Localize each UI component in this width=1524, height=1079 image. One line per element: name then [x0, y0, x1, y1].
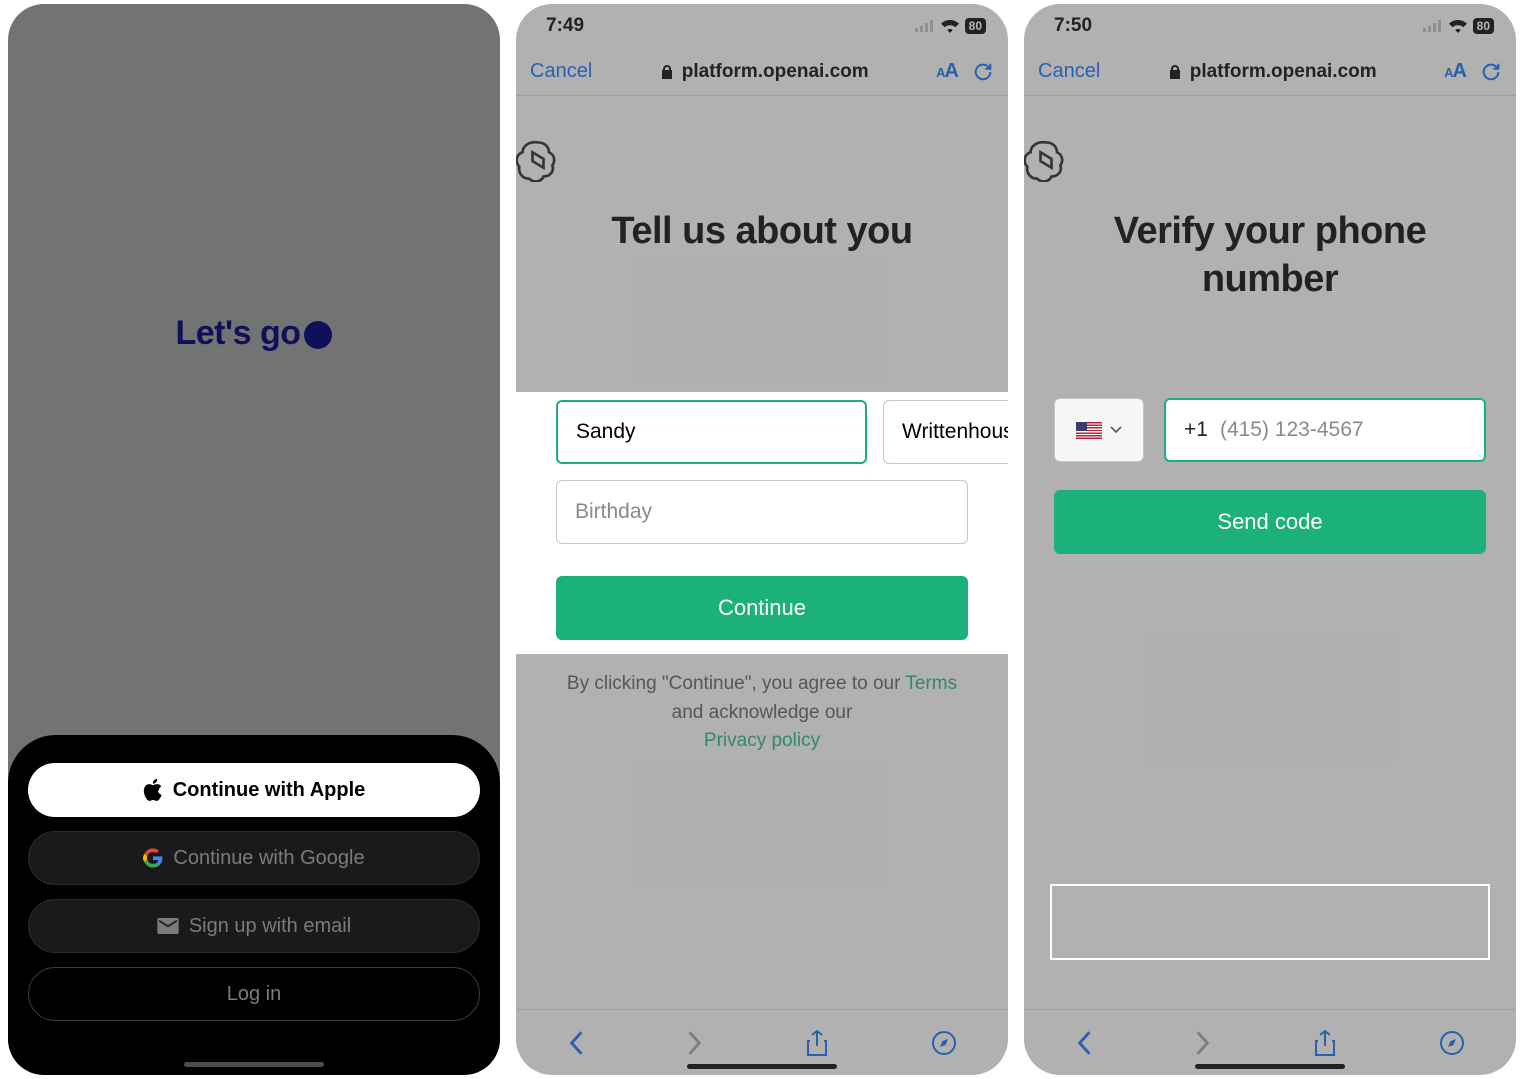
consent-text: By clicking "Continue", you agree to our… [516, 670, 1008, 756]
status-bar: 7:49 80 [516, 4, 1008, 48]
wifi-icon [1449, 20, 1467, 33]
chevron-down-icon [1110, 426, 1122, 434]
forward-icon [687, 1030, 703, 1056]
send-code-button[interactable]: Send code [1054, 490, 1486, 554]
apple-icon [143, 779, 163, 801]
google-button-label: Continue with Google [173, 847, 364, 870]
status-right: 80 [1423, 18, 1494, 34]
forward-icon [1195, 1030, 1211, 1056]
safari-tools: AA [936, 60, 994, 83]
welcome-screen: Let's go Continue with Apple Continue wi… [8, 4, 500, 1075]
battery-icon: 80 [1473, 18, 1494, 34]
privacy-link[interactable]: Privacy policy [704, 730, 820, 751]
domain-text: platform.openai.com [1190, 61, 1377, 83]
back-icon[interactable] [568, 1030, 584, 1056]
about-form: Continue [516, 392, 1008, 648]
text-size-button[interactable]: AA [1444, 60, 1466, 83]
text-size-button[interactable]: AA [936, 60, 958, 83]
compass-icon[interactable] [1439, 1030, 1465, 1056]
domain-text: platform.openai.com [682, 61, 869, 83]
lock-icon [1168, 65, 1182, 79]
verify-screen: 7:50 80 Cancel platform.openai.com AA Ve… [1024, 4, 1516, 1075]
safari-toolbar: Cancel platform.openai.com AA [1024, 48, 1516, 96]
logo-wrap [1024, 96, 1516, 208]
phone-input[interactable]: +1 (415) 123-4567 [1164, 398, 1486, 462]
address-bar[interactable]: platform.openai.com [660, 61, 869, 83]
email-icon [157, 918, 179, 934]
status-bar: 7:50 80 [1024, 4, 1516, 48]
login-button-label: Log in [227, 983, 282, 1006]
status-time: 7:50 [1054, 15, 1092, 37]
phone-placeholder: (415) 123-4567 [1220, 418, 1364, 442]
refresh-icon[interactable] [972, 61, 994, 83]
safari-toolbar: Cancel platform.openai.com AA [516, 48, 1008, 96]
home-indicator [184, 1062, 324, 1067]
home-indicator [1195, 1064, 1345, 1069]
status-right: 80 [915, 18, 986, 34]
share-icon[interactable] [1314, 1029, 1336, 1057]
verify-form: +1 (415) 123-4567 Send code [1024, 398, 1516, 554]
home-indicator [687, 1064, 837, 1069]
google-icon [143, 848, 163, 868]
address-bar[interactable]: platform.openai.com [1168, 61, 1377, 83]
refresh-icon[interactable] [1480, 61, 1502, 83]
highlight-cutout [1050, 884, 1490, 960]
cancel-button[interactable]: Cancel [530, 60, 592, 83]
cellular-icon [915, 20, 935, 32]
signup-email-button[interactable]: Sign up with email [28, 899, 480, 953]
openai-logo-icon [1024, 138, 1068, 182]
first-name-input[interactable] [556, 400, 867, 464]
continue-with-google-button[interactable]: Continue with Google [28, 831, 480, 885]
birthday-input[interactable] [556, 480, 968, 544]
page-heading: Verify your phone number [1024, 208, 1516, 343]
battery-level: 80 [969, 19, 982, 33]
email-button-label: Sign up with email [189, 915, 351, 938]
wifi-icon [941, 20, 959, 33]
page-heading: Tell us about you [516, 208, 1008, 296]
continue-with-apple-button[interactable]: Continue with Apple [28, 763, 480, 817]
country-code: +1 [1184, 418, 1208, 442]
status-time: 7:49 [546, 15, 584, 37]
openai-logo-icon [516, 138, 560, 182]
compass-icon[interactable] [931, 1030, 957, 1056]
logo-wrap [516, 96, 1008, 208]
signup-sheet: Continue with Apple Continue with Google… [8, 735, 500, 1075]
login-button[interactable]: Log in [28, 967, 480, 1021]
terms-link[interactable]: Terms [905, 673, 957, 694]
continue-button[interactable]: Continue [556, 576, 968, 640]
country-select[interactable] [1054, 398, 1144, 462]
cancel-button[interactable]: Cancel [1038, 60, 1100, 83]
safari-tools: AA [1444, 60, 1502, 83]
us-flag-icon [1076, 422, 1102, 439]
about-screen: 7:49 80 Cancel platform.openai.com AA Te… [516, 4, 1008, 1075]
lock-icon [660, 65, 674, 79]
apple-button-label: Continue with Apple [173, 779, 366, 802]
battery-icon: 80 [965, 18, 986, 34]
cellular-icon [1423, 20, 1443, 32]
back-icon[interactable] [1076, 1030, 1092, 1056]
battery-level: 80 [1477, 19, 1490, 33]
last-name-input[interactable] [883, 400, 1008, 464]
share-icon[interactable] [806, 1029, 828, 1057]
